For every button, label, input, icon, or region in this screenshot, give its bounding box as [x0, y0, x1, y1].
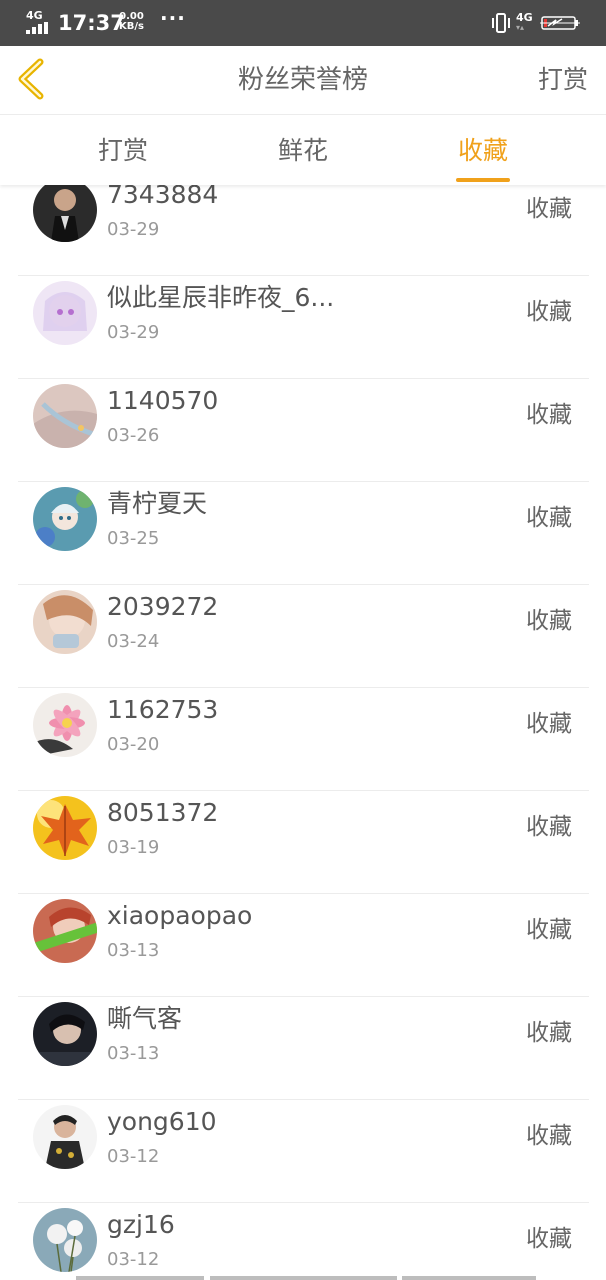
list-item[interactable]: 2039272 03-24 收藏	[18, 585, 589, 688]
fan-name: 2039272	[107, 592, 219, 621]
status-time: 17:37	[58, 11, 125, 35]
avatar	[33, 899, 97, 963]
fan-name: xiaopaopao	[107, 901, 253, 930]
fan-date: 03-13	[107, 1043, 160, 1064]
avatar	[33, 796, 97, 860]
tab-flowers[interactable]: 鲜花	[243, 135, 363, 167]
scroll-indicator	[76, 1276, 204, 1280]
avatar	[33, 1002, 97, 1066]
fan-action-label: 收藏	[526, 402, 572, 428]
fan-date: 03-19	[107, 837, 160, 858]
fan-action-label: 收藏	[526, 505, 572, 531]
fan-date: 03-24	[107, 631, 160, 652]
more-notifications-icon: ···	[160, 6, 186, 30]
scroll-indicator	[402, 1276, 536, 1280]
tab-favorites[interactable]: 收藏	[423, 135, 543, 167]
speed-unit: KB/s	[119, 21, 144, 32]
avatar	[33, 185, 97, 242]
fan-date: 03-12	[107, 1249, 160, 1270]
fan-date: 03-25	[107, 528, 160, 549]
app-header: 粉丝荣誉榜 打赏	[0, 46, 606, 115]
fan-name: 7343884	[107, 185, 219, 209]
vibrate-icon	[492, 13, 510, 33]
tab-reward[interactable]: 打赏	[63, 135, 183, 167]
fan-action-label: 收藏	[526, 608, 572, 634]
network-type-label: 4G	[26, 9, 43, 22]
fan-action-label: 收藏	[526, 814, 572, 840]
list-item[interactable]: 青柠夏天 03-25 收藏	[18, 482, 589, 585]
fan-date: 03-29	[107, 322, 160, 343]
fan-action-label: 收藏	[526, 1123, 572, 1149]
fan-date: 03-29	[107, 219, 160, 240]
network-speed: 0.00 KB/s	[119, 12, 144, 32]
list-item[interactable]: yong610 03-12 收藏	[18, 1100, 589, 1203]
list-item[interactable]: gzj16 03-12 收藏	[18, 1203, 589, 1280]
list-item[interactable]: 1140570 03-26 收藏	[18, 379, 589, 482]
data-arrows-icon: ▾▴	[516, 23, 525, 32]
reward-button[interactable]: 打赏	[538, 63, 588, 97]
fan-date: 03-12	[107, 1146, 160, 1167]
fan-action-label: 收藏	[526, 917, 572, 943]
avatar	[33, 1105, 97, 1169]
fan-action-label: 收藏	[526, 711, 572, 737]
fan-name: 似此星辰非昨夜_6...	[107, 283, 335, 312]
fan-name: 1140570	[107, 386, 219, 415]
fan-name: yong610	[107, 1107, 217, 1136]
fan-date: 03-20	[107, 734, 160, 755]
avatar	[33, 693, 97, 757]
fan-action-label: 收藏	[526, 196, 572, 222]
avatar	[33, 281, 97, 345]
list-item[interactable]: 1162753 03-20 收藏	[18, 688, 589, 791]
list-item[interactable]: 嘶气客 03-13 收藏	[18, 997, 589, 1100]
avatar	[33, 590, 97, 654]
fan-name: 青柠夏天	[107, 489, 208, 518]
tab-bar: 打赏 鲜花 收藏	[0, 115, 606, 185]
avatar	[33, 1208, 97, 1272]
list-item[interactable]: 8051372 03-19 收藏	[18, 791, 589, 894]
fan-action-label: 收藏	[526, 1020, 572, 1046]
scroll-indicator	[210, 1276, 397, 1280]
avatar	[33, 384, 97, 448]
fan-name: gzj16	[107, 1210, 175, 1239]
fan-action-label: 收藏	[526, 299, 572, 325]
active-tab-indicator	[456, 178, 510, 182]
list-item[interactable]: xiaopaopao 03-13 收藏	[18, 894, 589, 997]
fan-action-label: 收藏	[526, 1226, 572, 1252]
fan-name: 8051372	[107, 798, 219, 827]
fan-name: 1162753	[107, 695, 219, 724]
fan-date: 03-13	[107, 940, 160, 961]
fan-date: 03-26	[107, 425, 160, 446]
network-type-right: 4G ▾▴	[516, 11, 533, 32]
signal-icon	[26, 22, 52, 34]
battery-icon	[540, 16, 580, 30]
list-item[interactable]: 似此星辰非昨夜_6... 03-29 收藏	[18, 276, 589, 379]
fan-list: 7343884 03-29 收藏 似此星辰非昨夜_6... 03-29 收藏 1…	[0, 185, 606, 1280]
avatar	[33, 487, 97, 551]
list-item[interactable]: 7343884 03-29 收藏	[18, 185, 589, 276]
fan-name: 嘶气客	[107, 1004, 183, 1033]
page-title: 粉丝荣誉榜	[237, 65, 368, 95]
status-bar: 4G 17:37 0.00 KB/s ··· 4G ▾▴	[0, 0, 606, 46]
